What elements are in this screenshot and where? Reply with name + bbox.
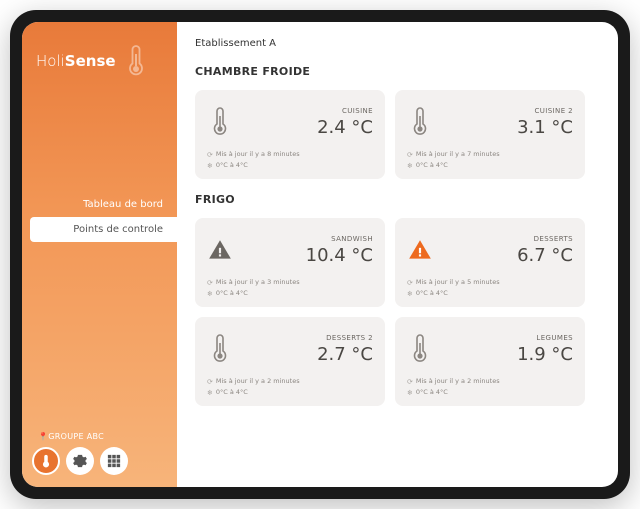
range-icon: ❄ — [207, 161, 213, 172]
dock — [32, 447, 167, 475]
sensor-card[interactable]: DESSERTS 6.7 °C ⟳Mis à jour il y a 5 minut… — [395, 218, 585, 307]
card-temperature: 2.4 °C — [317, 117, 373, 138]
clock-icon: ⟳ — [207, 278, 213, 289]
clock-icon: ⟳ — [407, 278, 413, 289]
warning-icon — [207, 237, 233, 263]
sidebar: HoliSense Tableau de bord Points de cont… — [22, 22, 177, 487]
main-content: Etablissement A CHAMBRE FROIDE CUISINE 2.4… — [177, 22, 618, 487]
card-label: CUISINE — [317, 107, 373, 115]
thermometer-icon — [407, 107, 433, 137]
nav-control-points[interactable]: Points de controle — [30, 217, 177, 242]
clock-icon: ⟳ — [207, 150, 213, 161]
section-title: FRIGO — [195, 193, 610, 206]
thermometer-icon — [124, 44, 148, 78]
range-icon: ❄ — [207, 289, 213, 300]
establishment-title: Etablissement A — [195, 38, 610, 49]
range-text: 0°C à 4°C — [416, 289, 448, 299]
updated-text: Mis à jour il y a 3 minutes — [216, 278, 300, 288]
sensor-card[interactable]: CUISINE 2 3.1 °C ⟳Mis à jour il y a 7 minu… — [395, 90, 585, 179]
range-icon: ❄ — [407, 161, 413, 172]
thermometer-icon — [207, 334, 233, 364]
dock-settings-button[interactable] — [66, 447, 94, 475]
card-label: SANDWISH — [306, 235, 373, 243]
section-title: CHAMBRE FROIDE — [195, 65, 610, 78]
sensor-card[interactable]: CUISINE 2.4 °C ⟳Mis à jour il y a 8 minute… — [195, 90, 385, 179]
card-grid: SANDWISH10.4 °C⟳Mis à jour il y a 3 minu… — [195, 218, 610, 406]
card-meta: ⟳Mis à jour il y a 2 minutes❄0°C à 4°C — [407, 377, 573, 398]
clock-icon: ⟳ — [207, 377, 213, 388]
dock-sensors-button[interactable] — [32, 447, 60, 475]
sensor-card[interactable]: LEGUMES 1.9 °C ⟳Mis à jour il y a 2 minute… — [395, 317, 585, 406]
card-label: LEGUMES — [517, 334, 573, 342]
updated-text: Mis à jour il y a 2 minutes — [416, 377, 500, 387]
range-text: 0°C à 4°C — [416, 161, 448, 171]
nav: Tableau de bord Points de controle — [22, 192, 177, 242]
updated-text: Mis à jour il y a 8 minutes — [216, 150, 300, 160]
updated-text: Mis à jour il y a 2 minutes — [216, 377, 300, 387]
nav-dashboard[interactable]: Tableau de bord — [22, 192, 177, 217]
card-meta: ⟳Mis à jour il y a 2 minutes❄0°C à 4°C — [207, 377, 373, 398]
card-temperature: 2.7 °C — [317, 344, 373, 365]
card-label: DESSERTS 2 — [317, 334, 373, 342]
tablet-frame: HoliSense Tableau de bord Points de cont… — [10, 10, 630, 499]
range-icon: ❄ — [207, 388, 213, 399]
card-meta: ⟳Mis à jour il y a 3 minutes❄0°C à 4°C — [207, 278, 373, 299]
card-meta: ⟳Mis à jour il y a 7 minutes❄0°C à 4°C — [407, 150, 573, 171]
thermometer-icon — [207, 107, 233, 137]
range-text: 0°C à 4°C — [416, 388, 448, 398]
card-temperature: 1.9 °C — [517, 344, 573, 365]
sensor-card[interactable]: DESSERTS 2 2.7 °C ⟳Mis à jour il y a 2 min… — [195, 317, 385, 406]
range-icon: ❄ — [407, 289, 413, 300]
card-temperature: 10.4 °C — [306, 245, 373, 266]
card-temperature: 3.1 °C — [517, 117, 573, 138]
brand: HoliSense — [22, 22, 177, 92]
sidebar-footer: 📍GROUPE ABC — [22, 432, 177, 487]
clock-icon: ⟳ — [407, 150, 413, 161]
card-label: DESSERTS — [517, 235, 573, 243]
updated-text: Mis à jour il y a 5 minutes — [416, 278, 500, 288]
card-meta: ⟳Mis à jour il y a 5 minutes❄0°C à 4°C — [407, 278, 573, 299]
warning-icon — [407, 237, 433, 263]
brand-name: HoliSense — [36, 52, 116, 70]
screen: HoliSense Tableau de bord Points de cont… — [22, 22, 618, 487]
range-text: 0°C à 4°C — [216, 161, 248, 171]
card-label: CUISINE 2 — [517, 107, 573, 115]
range-icon: ❄ — [407, 388, 413, 399]
sensor-card[interactable]: SANDWISH 10.4 °C ⟳Mis à jour il y a 3 minu… — [195, 218, 385, 307]
group-label: 📍GROUPE ABC — [32, 432, 167, 441]
clock-icon: ⟳ — [407, 377, 413, 388]
dock-grid-button[interactable] — [100, 447, 128, 475]
card-temperature: 6.7 °C — [517, 245, 573, 266]
card-meta: ⟳Mis à jour il y a 8 minutes❄0°C à 4°C — [207, 150, 373, 171]
card-grid: CUISINE2.4 °C⟳Mis à jour il y a 8 minute… — [195, 90, 610, 179]
thermometer-icon — [407, 334, 433, 364]
range-text: 0°C à 4°C — [216, 289, 248, 299]
range-text: 0°C à 4°C — [216, 388, 248, 398]
updated-text: Mis à jour il y a 7 minutes — [416, 150, 500, 160]
